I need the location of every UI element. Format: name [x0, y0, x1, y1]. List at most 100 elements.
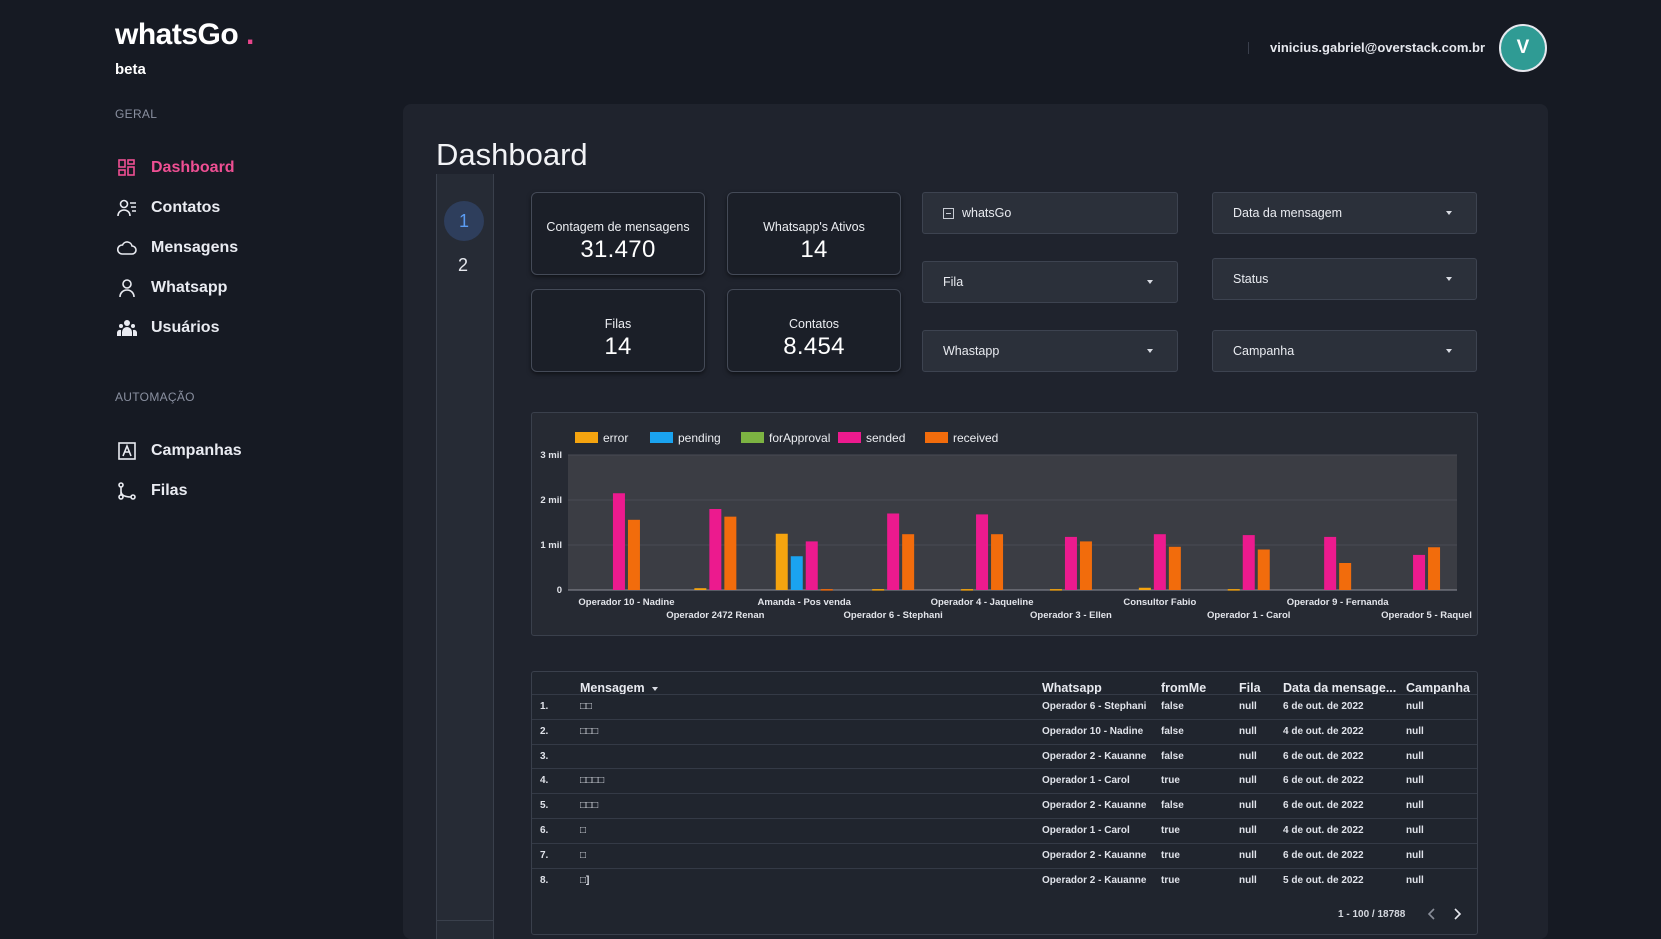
column-header-data[interactable]: Data da mensage... — [1283, 681, 1396, 695]
cell-data: 6 de out. de 2022 — [1283, 750, 1364, 762]
table-row[interactable]: 7. □ Operador 2 - Kauanne true null 6 de out.… — [532, 842, 1477, 868]
legend-swatch — [575, 432, 598, 443]
row-number: 2. — [540, 725, 549, 737]
cell-fromme: true — [1161, 825, 1180, 836]
bar-sended — [1153, 534, 1166, 590]
kpi-value: 8.454 — [783, 333, 845, 360]
bar-pending — [790, 556, 803, 590]
bar-sended — [612, 493, 625, 590]
checkbox-indeterminate-icon[interactable] — [943, 207, 954, 219]
table-row[interactable]: 5. □□□ Operador 2 - Kauanne false null 6 de o… — [532, 793, 1477, 818]
filter-whastapp[interactable]: Whastapp — [922, 330, 1178, 372]
filter-campanha[interactable]: Campanha — [1212, 330, 1477, 372]
cell-whatsapp: Operador 2 - Kauanne — [1042, 849, 1147, 861]
legend-label: error — [603, 431, 628, 445]
sidebar-item-mensagens[interactable]: Mensagens — [117, 236, 238, 260]
cell-campanha: null — [1406, 825, 1424, 836]
x-tick-label: Operador 10 - Nadine — [578, 597, 674, 608]
chevron-down-icon — [1446, 211, 1452, 215]
table-row[interactable]: 8. □] Operador 2 - Kauanne true null 5 de out… — [532, 867, 1477, 893]
cell-whatsapp: Operador 10 - Nadine — [1042, 725, 1144, 737]
filter-status[interactable]: Status — [1212, 258, 1477, 300]
cell-data: 4 de out. de 2022 — [1283, 825, 1364, 836]
legend-swatch — [838, 432, 861, 443]
sidebar-item-dashboard[interactable]: Dashboard — [117, 156, 235, 180]
table-row[interactable]: 3. Operador 2 - Kauanne false null 6 de out.… — [532, 743, 1477, 769]
cell-campanha: null — [1406, 800, 1424, 812]
report-page-1-button[interactable]: 1 — [444, 201, 484, 241]
sidebar-item-campanhas[interactable]: Campanhas — [117, 439, 242, 463]
bar-received — [1428, 547, 1441, 590]
cell-mensagem: □□□ — [580, 800, 599, 812]
kpi-label: Contatos — [788, 317, 840, 331]
bar-sended — [805, 541, 818, 590]
brand-logo[interactable]: whatsGo . — [115, 18, 254, 52]
cell-fromme: false — [1161, 725, 1184, 737]
filter-data-mensagem[interactable]: Data da mensagem — [1212, 192, 1477, 234]
bar-error — [872, 589, 885, 591]
filter-fila[interactable]: Fila — [922, 261, 1178, 303]
dashboard-icon — [118, 159, 135, 176]
column-header-whatsapp[interactable]: Whatsapp — [1042, 681, 1102, 695]
bar-sended — [709, 509, 722, 590]
cell-mensagem: □ — [580, 849, 587, 861]
chevron-down-icon — [1147, 349, 1153, 353]
table-row[interactable]: 6. □ Operador 1 - Carol true null 4 de out. d… — [532, 818, 1477, 843]
y-tick-label: 1 mil — [540, 540, 562, 551]
cell-whatsapp: Operador 2 - Kauanne — [1042, 800, 1147, 812]
bar-error — [775, 533, 788, 590]
sidebar-item-contatos[interactable]: Contatos — [117, 196, 220, 220]
cell-data: 5 de out. de 2022 — [1283, 874, 1364, 886]
column-header-fila[interactable]: Fila — [1239, 681, 1261, 695]
table-row[interactable]: 1. □□ Operador 6 - Stephani false null 6 de o… — [532, 694, 1477, 719]
bar-error — [1227, 589, 1240, 591]
sidebar-item-filas[interactable]: Filas — [117, 479, 187, 503]
cell-campanha: null — [1406, 849, 1424, 861]
plot-area — [568, 455, 1457, 590]
cell-whatsapp: Operador 2 - Kauanne — [1042, 874, 1147, 886]
legend-swatch — [741, 432, 764, 443]
pagination-info: 1 - 100 / 18788 — [1338, 909, 1406, 920]
cell-mensagem: □ — [580, 825, 587, 836]
avatar[interactable]: V — [1499, 24, 1547, 72]
table-row[interactable]: 4. □□□□ Operador 1 - Carol true null 6 de out… — [532, 768, 1477, 793]
chevron-left-icon[interactable] — [1426, 907, 1438, 921]
cell-fromme: true — [1161, 874, 1180, 886]
y-tick-label: 3 mil — [540, 450, 562, 461]
bar-received — [1257, 549, 1270, 590]
version-label: beta — [115, 61, 146, 78]
cell-fila: null — [1239, 800, 1257, 812]
sidebar-item-whatsapp[interactable]: Whatsapp — [117, 276, 227, 300]
bar-sended — [1324, 536, 1337, 590]
x-tick-label: Operador 5 - Raquel — [1381, 610, 1472, 621]
column-header-mensagem[interactable]: Mensagem — [580, 681, 659, 695]
chevron-down-icon — [1147, 280, 1153, 284]
sidebar-item-usuarios[interactable]: Usuários — [117, 316, 219, 340]
cloud-icon — [117, 241, 137, 255]
x-tick-label: Operador 1 - Carol — [1207, 610, 1290, 621]
cell-fila: null — [1239, 775, 1257, 787]
bar-sended — [1413, 554, 1426, 590]
column-header-campanha[interactable]: Campanha — [1406, 681, 1470, 695]
cell-whatsapp: Operador 1 - Carol — [1042, 825, 1130, 836]
legend-label: sended — [866, 431, 905, 445]
cell-mensagem: □□□□ — [580, 775, 605, 787]
column-header-fromme[interactable]: fromMe — [1161, 681, 1206, 695]
section-label-automation: AUTOMAÇÃO — [115, 390, 195, 404]
sidebar-item-label: Campanhas — [151, 442, 242, 459]
person-icon — [119, 279, 135, 298]
report-page-2-button[interactable]: 2 — [458, 255, 468, 276]
y-tick-label: 2 mil — [540, 495, 562, 506]
table-row[interactable]: 2. □□□ Operador 10 - Nadine false null 4 de o… — [532, 718, 1477, 744]
divider — [436, 920, 494, 921]
filter-whatsgo[interactable]: whatsGo — [922, 192, 1178, 234]
row-number: 8. — [540, 874, 549, 886]
bar-received — [1079, 541, 1092, 590]
kpi-value: 14 — [800, 236, 828, 263]
bar-error — [694, 588, 707, 590]
row-number: 6. — [540, 825, 549, 836]
cell-data: 6 de out. de 2022 — [1283, 775, 1364, 787]
bar-received — [1168, 546, 1181, 590]
cell-mensagem: □□□ — [580, 725, 599, 737]
chevron-right-icon[interactable] — [1451, 907, 1463, 921]
